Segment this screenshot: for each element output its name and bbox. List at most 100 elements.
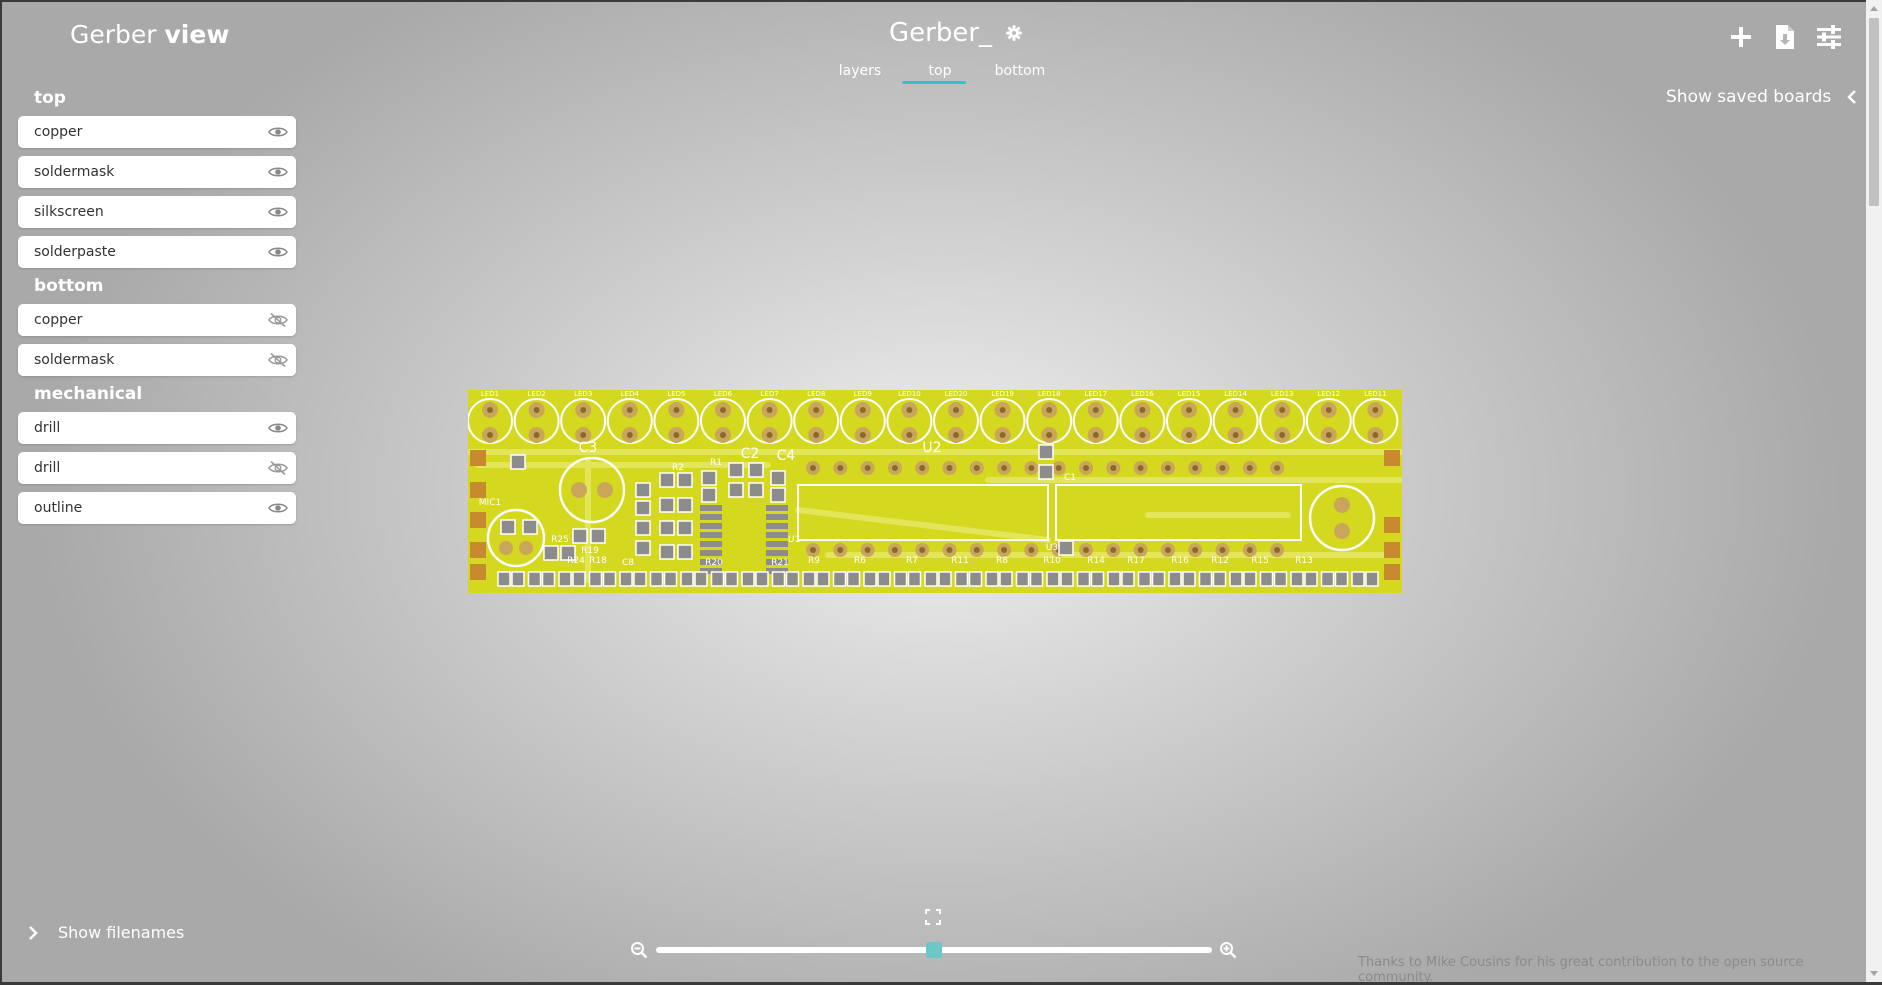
zoom-in-icon[interactable] — [1219, 941, 1237, 959]
led-drill — [1186, 407, 1192, 413]
ic-pin-drill — [1083, 547, 1089, 553]
layer-top-soldermask[interactable]: soldermask — [18, 156, 296, 188]
gear-icon[interactable] — [1006, 25, 1023, 41]
brand-suffix: view — [164, 20, 230, 49]
smd-pin — [700, 514, 722, 520]
show-saved-boards[interactable]: Show saved boards — [1666, 87, 1857, 107]
layer-top-silkscreen[interactable]: silkscreen — [18, 196, 296, 228]
smd-pad — [748, 462, 764, 478]
layer-label: solderpaste — [34, 244, 116, 260]
capacitor-pad — [597, 482, 613, 498]
ic-pin-drill — [1001, 547, 1008, 553]
scroll-down-arrow[interactable] — [1866, 966, 1882, 982]
ic-pin-drill — [919, 465, 926, 471]
led-drill — [906, 407, 913, 413]
led-label: LED11 — [1364, 390, 1387, 398]
ic-pin-drill — [1246, 465, 1253, 471]
resistor-pad — [1137, 571, 1152, 587]
smd-pad — [770, 470, 786, 486]
zoom-out-icon[interactable] — [630, 941, 648, 959]
edge-pad — [470, 564, 486, 580]
edge-pad — [1384, 517, 1400, 533]
resistor-pad — [1182, 571, 1196, 587]
scroll-up-arrow[interactable] — [1866, 0, 1882, 16]
edge-pad — [1384, 564, 1400, 580]
led-label: LED15 — [1178, 390, 1201, 398]
eye-icon[interactable] — [268, 245, 288, 259]
resistor-pad — [633, 571, 647, 587]
led-drill — [626, 407, 633, 413]
layer-drill-2[interactable]: drill — [18, 452, 296, 484]
tab-layers[interactable]: layers — [820, 63, 900, 85]
top-actions — [1728, 24, 1842, 50]
eye-icon[interactable] — [268, 165, 288, 179]
smd-pad — [543, 545, 559, 561]
layer-label: drill — [34, 460, 61, 476]
app-brand: Gerber view — [70, 20, 229, 49]
layer-label: outline — [34, 500, 83, 516]
smd-pin — [700, 505, 722, 511]
tab-bottom[interactable]: bottom — [980, 63, 1060, 85]
layer-bottom-soldermask[interactable]: soldermask — [18, 344, 296, 376]
eye-off-icon[interactable] — [268, 353, 288, 367]
eye-icon[interactable] — [268, 125, 288, 139]
scrollbar-thumb[interactable] — [1869, 18, 1879, 206]
resistor-pad — [1046, 571, 1060, 587]
smd-pad — [728, 462, 744, 478]
brand-name: Gerber — [70, 20, 157, 49]
led-drill — [953, 432, 959, 438]
download-button[interactable] — [1772, 24, 1798, 50]
eye-off-icon[interactable] — [268, 313, 288, 327]
layer-label: copper — [34, 124, 83, 140]
settings-button[interactable] — [1816, 24, 1842, 50]
component-label: R1 — [710, 458, 722, 468]
layer-bottom-copper[interactable]: copper — [18, 304, 296, 336]
component-label: C2 — [741, 446, 760, 462]
resistor-pad — [1243, 571, 1257, 587]
eye-off-icon[interactable] — [268, 461, 288, 475]
resistor-pad — [649, 571, 664, 587]
smd-pin — [700, 532, 722, 538]
component-label: R20 — [705, 558, 723, 568]
ic-pin-drill — [973, 547, 980, 553]
ic-pin-drill — [1164, 547, 1171, 553]
smd-pin — [766, 514, 788, 520]
ic-pin-drill — [1055, 465, 1062, 471]
resistor-pad — [1334, 571, 1349, 587]
layer-drill-1[interactable]: drill — [18, 412, 296, 444]
show-filenames-toggle[interactable]: Show filenames — [28, 923, 184, 942]
fit-to-screen-icon[interactable] — [925, 909, 941, 925]
led-label: LED8 — [807, 390, 825, 398]
smd-pad — [1058, 540, 1074, 556]
led-label: LED13 — [1271, 390, 1294, 398]
smd-pad — [635, 520, 651, 536]
add-button[interactable] — [1728, 24, 1754, 50]
layer-top-solderpaste[interactable]: solderpaste — [18, 236, 296, 268]
ic-pin-drill — [837, 547, 844, 553]
led-drill — [999, 407, 1006, 413]
eye-icon[interactable] — [268, 501, 288, 515]
mic-pad — [519, 541, 533, 555]
chevron-left-icon — [1847, 90, 1857, 104]
layer-top-copper[interactable]: copper — [18, 116, 296, 148]
edge-pad — [470, 512, 486, 528]
resistor-pad — [694, 571, 708, 587]
ic-pin-drill — [1083, 465, 1089, 471]
document-title[interactable]: Gerber_ — [889, 18, 992, 48]
component-label: R19 — [581, 546, 599, 556]
resistor-pad — [1090, 571, 1105, 587]
resistor-pad — [1015, 571, 1030, 587]
ic-pin-drill — [973, 465, 980, 471]
layer-outline[interactable]: outline — [18, 492, 296, 524]
eye-icon[interactable] — [268, 421, 288, 435]
component-label: R8 — [996, 556, 1008, 566]
zoom-slider-thumb[interactable] — [926, 942, 942, 958]
caret-down-icon — [1870, 971, 1878, 976]
component-label: C8 — [622, 558, 634, 568]
eye-icon[interactable] — [268, 205, 288, 219]
pcb-board-render[interactable]: LED1 LED2 LED3 LED4 LED5 LED6 LED7 LED8 LED9 LED1… — [468, 390, 1402, 593]
led-drill — [720, 432, 726, 438]
component-label: R6 — [854, 556, 866, 566]
led-label: LED1 — [481, 390, 499, 398]
saved-boards-label: Show saved boards — [1666, 87, 1832, 107]
